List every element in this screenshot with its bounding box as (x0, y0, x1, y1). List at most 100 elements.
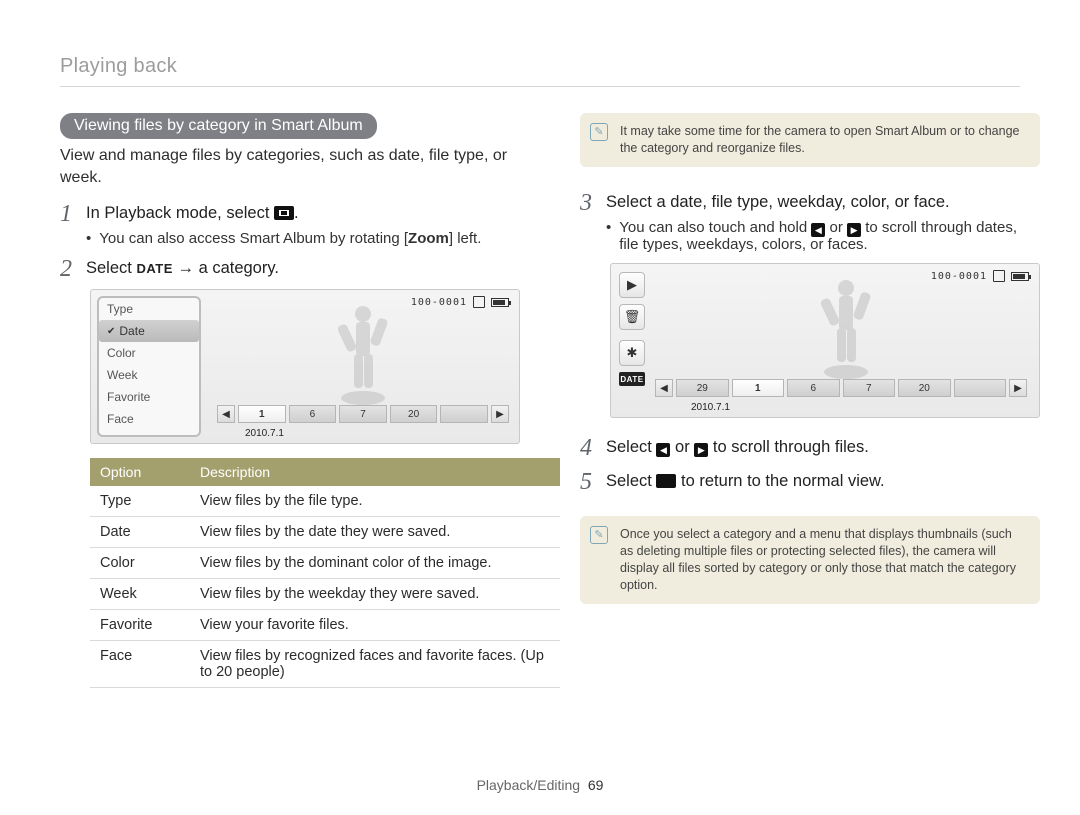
left-icon-group-top: ▶ 🗑 (619, 272, 645, 330)
card-icon (993, 270, 1005, 282)
single-view-icon (656, 474, 676, 488)
step-text: Select a date, file type, weekday, color… (606, 191, 950, 213)
battery-icon (491, 298, 509, 307)
step-number: 3 (580, 191, 596, 215)
timeline-next-icon: ▶ (1009, 379, 1027, 397)
step-5: 5 Select to return to the normal view. (580, 470, 1040, 494)
options-table: Option Description TypeView files by the… (90, 458, 560, 688)
breadcrumb: Playing back (60, 55, 1020, 78)
step-text: Select to return to the normal view. (606, 470, 885, 492)
timeline: ◀ 29 1 6 7 20 ▶ (655, 379, 1027, 397)
battery-icon (1011, 272, 1029, 281)
text: to scroll through files. (708, 438, 869, 456)
menu-item-favorite: Favorite (99, 386, 199, 408)
timeline-cell (954, 379, 1007, 397)
step-3: 3 Select a date, file type, weekday, col… (580, 191, 1040, 215)
timeline-prev-icon: ◀ (655, 379, 673, 397)
page-footer: Playback/Editing 69 (0, 777, 1080, 793)
left-column: Viewing files by category in Smart Album… (60, 113, 520, 688)
table-row: TypeView files by the file type. (90, 486, 560, 517)
text: a category. (199, 259, 279, 277)
timeline: ◀ 1 6 7 20 ▶ (217, 405, 509, 423)
text: In Playback mode, select (86, 204, 274, 222)
step-1: 1 In Playback mode, select . (60, 202, 520, 226)
divider (60, 86, 1020, 87)
left-arrow-icon: ◀ (656, 443, 670, 457)
category-menu: Type Date Color Week Favorite Face (97, 296, 201, 437)
screenshot-category-menu: Type Date Color Week Favorite Face 100-0… (90, 289, 520, 444)
text: or (670, 438, 694, 456)
note-text: Once you select a category and a menu th… (620, 527, 1016, 592)
text: . (294, 204, 299, 222)
timeline-cell (440, 405, 488, 423)
date-icon: DATE (136, 260, 172, 278)
text: You can also access Smart Album by rotat… (99, 230, 481, 247)
right-arrow-icon: ▶ (694, 443, 708, 457)
status-bar: 100-0001 (411, 296, 509, 308)
arrow-icon: → (173, 259, 199, 277)
play-icon: ▶ (619, 272, 645, 298)
timeline-cell: 6 (289, 405, 337, 423)
menu-item-date: Date (99, 320, 199, 342)
right-arrow-icon: ▶ (847, 223, 861, 237)
step-4: 4 Select ◀ or ▶ to scroll through files. (580, 436, 1040, 460)
timeline-cell: 7 (339, 405, 387, 423)
menu-item-type: Type (99, 298, 199, 320)
menu-item-face: Face (99, 408, 199, 430)
card-icon (473, 296, 485, 308)
note-icon: ✎ (590, 123, 608, 141)
timeline-cell: 6 (787, 379, 840, 397)
thumbnail-icon (274, 206, 294, 220)
status-bar: 100-0001 (931, 270, 1029, 282)
text: Select (606, 472, 656, 490)
step-number: 4 (580, 436, 596, 460)
footer-section: Playback/Editing (477, 777, 581, 793)
page-number: 69 (588, 777, 604, 793)
step-number: 5 (580, 470, 596, 494)
section-intro: View and manage files by categories, suc… (60, 145, 520, 188)
th-option: Option (90, 458, 190, 486)
step-number: 1 (60, 202, 76, 226)
table-head-row: Option Description (90, 458, 560, 486)
timeline-date: 2010.7.1 (691, 402, 730, 413)
th-desc: Description (190, 458, 560, 486)
timeline-next-icon: ▶ (491, 405, 509, 423)
note-box-2: ✎ Once you select a category and a menu … (580, 516, 1040, 604)
menu-item-color: Color (99, 342, 199, 364)
note-text: It may take some time for the camera to … (620, 124, 1020, 155)
menu-icon: ✱ (619, 340, 645, 366)
timeline-cell: 29 (676, 379, 729, 397)
note-icon: ✎ (590, 526, 608, 544)
table-row: ColorView files by the dominant color of… (90, 548, 560, 579)
file-counter: 100-0001 (411, 297, 467, 308)
text: Select (606, 438, 656, 456)
timeline-cell: 1 (238, 405, 286, 423)
person-silhouette-icon (811, 274, 881, 384)
section-pill: Viewing files by category in Smart Album (60, 113, 377, 139)
person-silhouette-icon (328, 300, 398, 410)
step-1-sub: You can also access Smart Album by rotat… (86, 230, 520, 247)
screenshot-body: 100-0001 (207, 290, 519, 443)
screenshot-browse: ▶ 🗑 ✱ DATE 100-0001 (610, 263, 1040, 418)
left-icon-group-bottom: ✱ DATE (619, 340, 645, 386)
step-text: Select DATE → a category. (86, 257, 279, 279)
right-column: ✎ It may take some time for the camera t… (580, 113, 1040, 688)
date-badge-icon: DATE (619, 372, 645, 386)
text: You can also touch and hold ◀ or ▶ to sc… (619, 219, 1040, 254)
step-text: Select ◀ or ▶ to scroll through files. (606, 436, 869, 458)
step-text: In Playback mode, select . (86, 202, 299, 224)
timeline-cell: 7 (843, 379, 896, 397)
file-counter: 100-0001 (931, 271, 987, 282)
left-arrow-icon: ◀ (811, 223, 825, 237)
timeline-cell: 20 (898, 379, 951, 397)
text: to return to the normal view. (676, 472, 884, 490)
table-row: FaceView files by recognized faces and f… (90, 641, 560, 688)
timeline-cell: 1 (732, 379, 785, 397)
step-number: 2 (60, 257, 76, 281)
table-row: WeekView files by the weekday they were … (90, 579, 560, 610)
menu-item-week: Week (99, 364, 199, 386)
manual-page: Playing back Viewing files by category i… (0, 0, 1080, 815)
timeline-cell: 20 (390, 405, 438, 423)
timeline-date: 2010.7.1 (245, 428, 284, 439)
step-2: 2 Select DATE → a category. (60, 257, 520, 281)
